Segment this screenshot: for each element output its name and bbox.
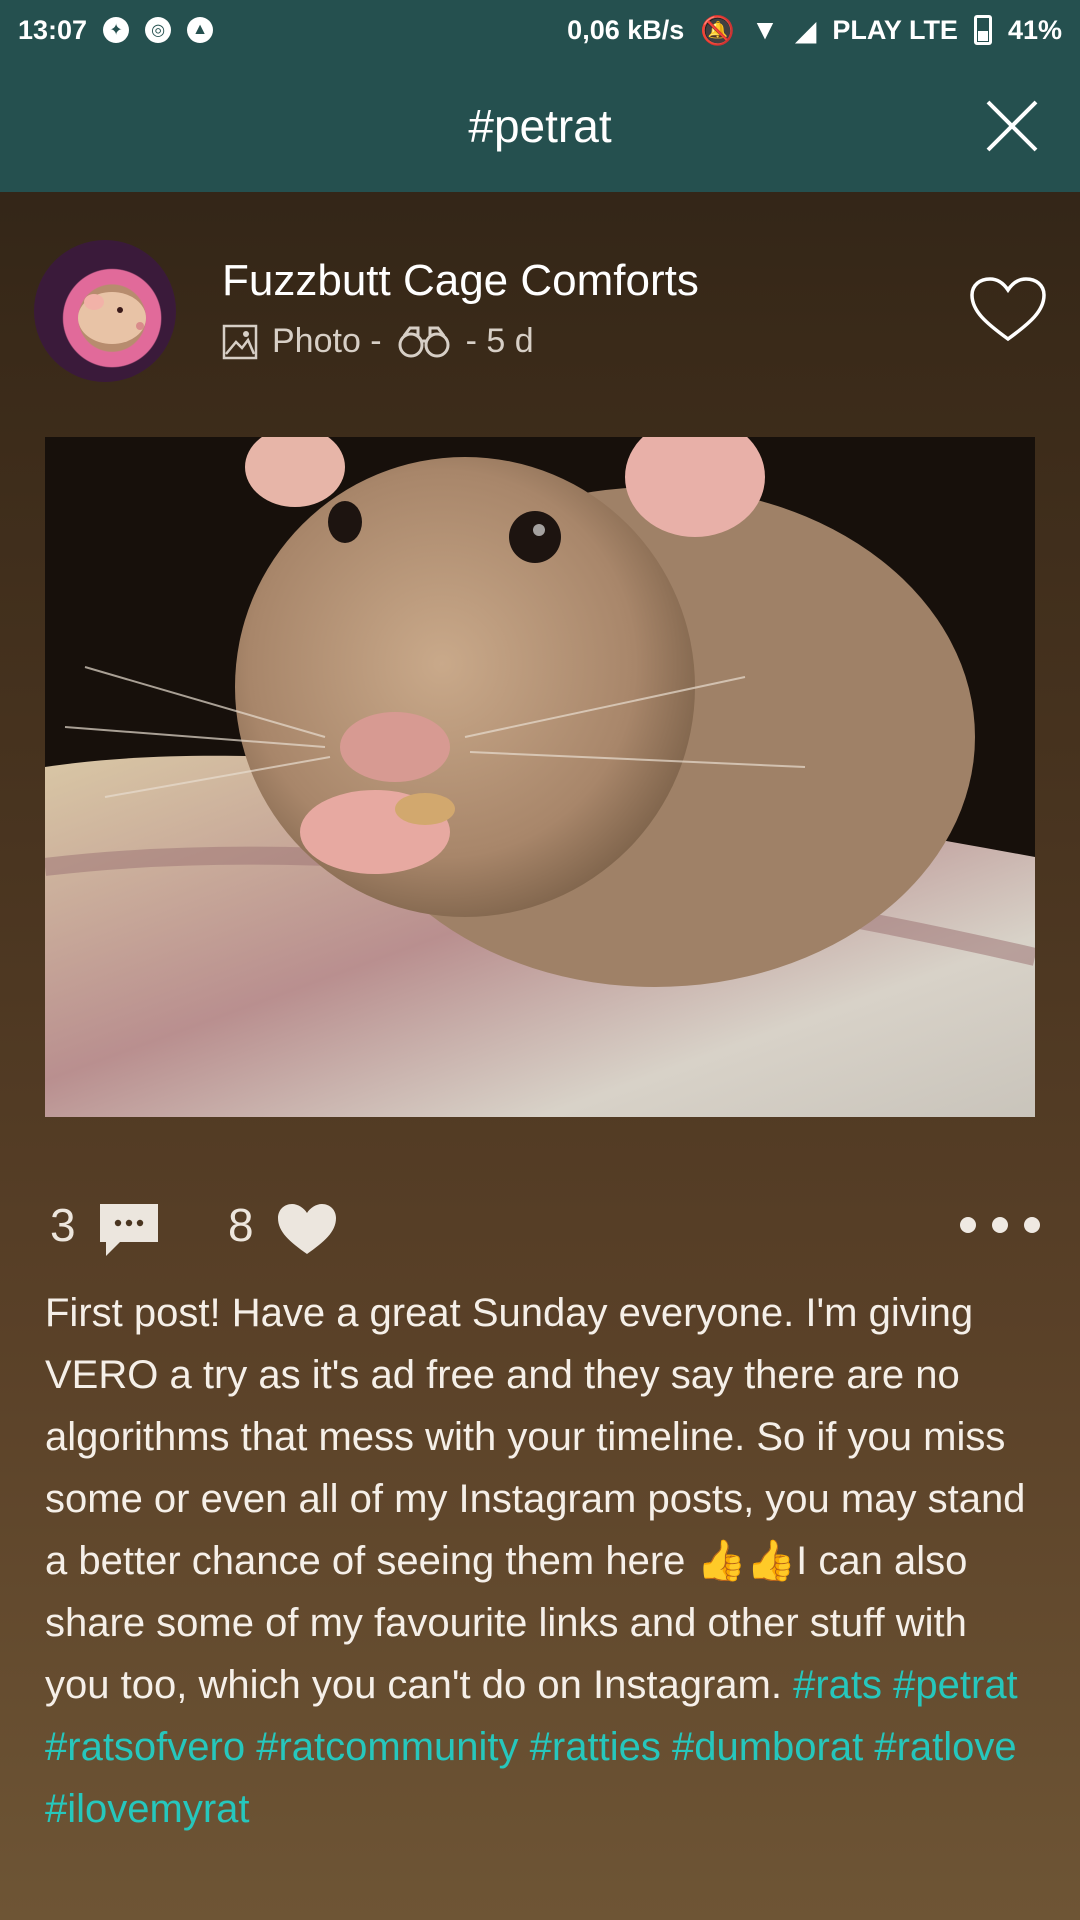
carrier-name: PLAY LTE bbox=[832, 14, 958, 45]
hashtag-link[interactable]: #rats bbox=[793, 1663, 882, 1707]
more-dot bbox=[1024, 1217, 1040, 1233]
hashtag-link[interactable]: #ratcommunity bbox=[256, 1725, 518, 1769]
page-title: #petrat bbox=[468, 100, 612, 152]
more-dot bbox=[960, 1217, 976, 1233]
more-dot bbox=[992, 1217, 1008, 1233]
battery-level: 41% bbox=[1007, 14, 1062, 45]
wifi-icon: ▼ bbox=[751, 14, 779, 45]
hashtag-link[interactable]: #petrat bbox=[893, 1663, 1018, 1707]
hashtag-link[interactable]: #dumborat bbox=[672, 1725, 863, 1769]
heart-outline-icon[interactable] bbox=[968, 275, 1048, 345]
hashtag-link[interactable]: #ratlove bbox=[874, 1725, 1016, 1769]
notification-icon: ✦ bbox=[103, 17, 130, 43]
hashtag-link[interactable]: #ratties bbox=[530, 1725, 661, 1769]
post-meta: Photo - - 5 d bbox=[222, 322, 534, 361]
more-options-button[interactable] bbox=[960, 1210, 1040, 1240]
post-photo[interactable] bbox=[45, 437, 1035, 1117]
caption-text: First post! Have a great Sunday everyone… bbox=[45, 1291, 1026, 1707]
post-actions: 3 8 bbox=[0, 1190, 1080, 1260]
post-caption: First post! Have a great Sunday everyone… bbox=[45, 1282, 1035, 1840]
comments-count: 3 bbox=[50, 1199, 76, 1251]
battery-icon bbox=[973, 15, 992, 45]
likes-count: 8 bbox=[228, 1199, 254, 1251]
post-age: - 5 d bbox=[465, 322, 534, 360]
author-name[interactable]: Fuzzbutt Cage Comforts bbox=[222, 256, 699, 306]
signal-icon: ◢ bbox=[794, 14, 817, 46]
avatar[interactable] bbox=[34, 240, 176, 382]
cloud-upload-icon: ▲ bbox=[187, 17, 214, 43]
heart-icon[interactable] bbox=[276, 1202, 338, 1256]
status-left: 13:07 ✦ ◎ ▲ bbox=[18, 14, 214, 46]
post-type-label: Photo - bbox=[272, 322, 382, 360]
comment-icon[interactable] bbox=[98, 1202, 160, 1258]
close-icon[interactable] bbox=[984, 98, 1040, 154]
status-time: 13:07 bbox=[18, 14, 88, 45]
binoculars-icon bbox=[398, 326, 450, 357]
post-header: Fuzzbutt Cage Comforts Photo - - 5 d bbox=[0, 240, 1080, 390]
hashtag-link[interactable]: #ratsofvero bbox=[45, 1725, 245, 1769]
status-right: 0,06 kB/s 🔕 ▼ ◢ PLAY LTE 41% bbox=[567, 14, 1062, 47]
app-bar: #petrat bbox=[0, 60, 1080, 192]
messenger-icon: ◎ bbox=[145, 17, 172, 43]
hashtag-link[interactable]: #ilovemyrat bbox=[45, 1787, 250, 1831]
photo-type-icon bbox=[222, 324, 258, 359]
status-bar: 13:07 ✦ ◎ ▲ 0,06 kB/s 🔕 ▼ ◢ PLAY LTE 41% bbox=[0, 0, 1080, 60]
silent-mode-icon: 🔕 bbox=[700, 14, 736, 46]
network-speed: 0,06 kB/s bbox=[567, 14, 685, 45]
